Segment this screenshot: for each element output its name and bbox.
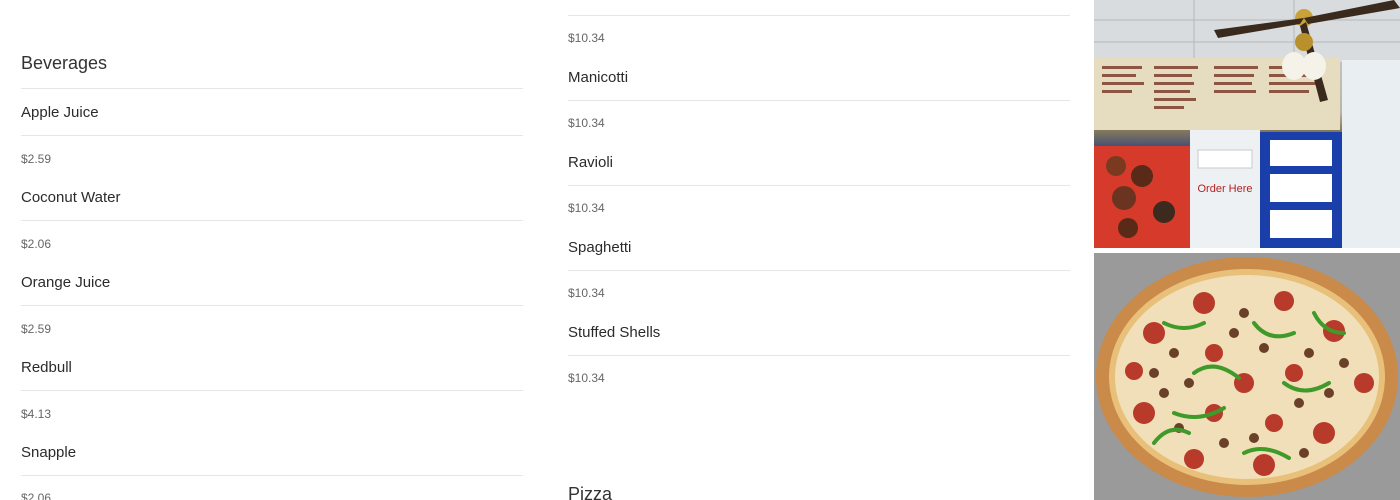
menu-item-name: Snapple	[21, 444, 77, 461]
divider	[21, 220, 523, 221]
photo-gallery: Order Here	[1094, 0, 1400, 500]
menu-item-price: $4.13	[21, 407, 52, 421]
pasta-section: $10.34 Manicotti $10.34 Ravioli $10.34 S…	[568, 0, 1070, 500]
menu-item-price: $10.34	[568, 286, 605, 300]
menu-item-name: Manicotti	[568, 69, 629, 86]
menu-item-price: $10.34	[568, 116, 605, 130]
beverages-section: Beverages Apple Juice $2.59 Coconut Wate…	[21, 0, 523, 500]
menu-item-price: $10.34	[568, 201, 605, 215]
menu-item-price: $10.34	[568, 371, 605, 385]
menu-item-name: Apple Juice	[21, 104, 99, 121]
divider	[568, 15, 1070, 16]
divider	[21, 475, 523, 476]
restaurant-interior-photo[interactable]: Order Here	[1094, 0, 1400, 248]
menu-item-price: $2.06	[21, 491, 52, 500]
divider	[568, 185, 1070, 186]
divider	[21, 88, 523, 89]
menu-item-price: $10.34	[568, 31, 605, 45]
divider	[568, 355, 1070, 356]
menu-item-name: Spaghetti	[568, 239, 632, 256]
menu-item-name: Coconut Water	[21, 189, 121, 206]
section-title-beverages: Beverages	[21, 53, 108, 73]
divider	[568, 100, 1070, 101]
menu-item-name: Stuffed Shells	[568, 324, 661, 341]
menu-page: Beverages Apple Juice $2.59 Coconut Wate…	[0, 0, 1400, 500]
divider	[21, 305, 523, 306]
divider	[21, 390, 523, 391]
menu-item-price: $2.59	[21, 152, 52, 166]
restaurant-interior-photo-art: Order Here	[1094, 0, 1400, 248]
menu-item-name: Orange Juice	[21, 274, 111, 291]
divider	[21, 135, 523, 136]
pizza-photo[interactable]	[1094, 253, 1400, 500]
menu-item-name: Redbull	[21, 359, 72, 376]
divider	[568, 270, 1070, 271]
menu-item-price: $2.06	[21, 237, 52, 251]
menu-item-price: $2.59	[21, 322, 52, 336]
menu-item-name: Ravioli	[568, 154, 614, 171]
order-here-sign: Order Here	[1197, 183, 1252, 195]
section-title-pizza: Pizza	[568, 484, 613, 500]
pizza-photo-art	[1094, 253, 1400, 500]
